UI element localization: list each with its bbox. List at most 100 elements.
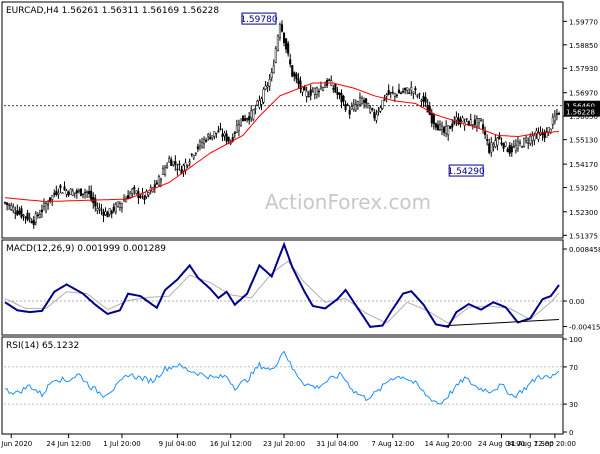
candle-body (496, 137, 499, 146)
candle-body (215, 132, 218, 135)
rsi-y-tick-label: 100 (569, 336, 582, 344)
candle-body (399, 92, 403, 94)
candle-body (38, 214, 41, 218)
candle-body (266, 85, 269, 88)
candle-body (159, 179, 163, 182)
candle-body (79, 188, 82, 197)
candle-body (213, 131, 216, 137)
candle-body (233, 132, 236, 135)
candle-body (100, 209, 103, 211)
x-axis-tick-label: 24 Jun 12:00 (46, 440, 90, 448)
candle-body (118, 203, 121, 208)
candle-body (428, 105, 431, 115)
candle-body (508, 145, 511, 154)
candle-body (424, 97, 427, 103)
candle-body (432, 114, 435, 125)
x-axis-tick-label: 1 Jul 20:00 (103, 440, 141, 448)
candle-body (475, 118, 478, 127)
candle-body (178, 163, 181, 166)
candle-body (258, 100, 261, 108)
candle-body (500, 142, 503, 145)
candle-body (268, 79, 271, 87)
candle-body (393, 93, 396, 97)
candle-body (408, 92, 411, 94)
candle-body (59, 185, 62, 189)
candle-body (523, 138, 526, 147)
candle-body (246, 118, 249, 120)
candle-body (194, 152, 197, 155)
candle-body (172, 161, 175, 166)
candle-body (18, 210, 21, 214)
candle-body (328, 79, 331, 81)
candle-body (104, 211, 107, 216)
candle-body (401, 90, 405, 93)
candle-body (297, 78, 300, 84)
candle-body (309, 89, 312, 96)
candle-body (188, 161, 191, 164)
candle-body (418, 93, 421, 95)
candle-body (311, 91, 314, 93)
candle-body (8, 204, 11, 206)
candle-body (348, 109, 351, 115)
candle-body (510, 146, 513, 153)
candle-body (168, 158, 171, 163)
candle-body (486, 139, 489, 141)
candle-body (190, 153, 193, 155)
candle-body (81, 193, 85, 195)
candle-body (157, 175, 160, 186)
candle-body (324, 84, 327, 88)
candle-body (147, 192, 150, 196)
watermark-text: ActionForex.com (265, 190, 431, 214)
price-annotation-label: 1.59780 (240, 15, 277, 25)
candle-body (342, 95, 345, 102)
candle-body (447, 125, 450, 136)
candle-body (53, 192, 56, 195)
candle-body (155, 182, 158, 185)
candle-body (28, 217, 31, 219)
candle-body (317, 90, 320, 93)
x-axis-tick-label: 7 Sep 20:00 (534, 440, 576, 448)
candle-body (529, 136, 532, 144)
price-marker-label: 1.56228 (566, 109, 595, 117)
x-axis-tick-label: 9 Jul 04:00 (159, 440, 197, 448)
candle-body (182, 165, 185, 172)
candle-body (36, 214, 39, 216)
candle-body (291, 65, 294, 77)
candle-body (461, 117, 464, 122)
candle-body (397, 89, 400, 94)
candle-body (55, 191, 58, 195)
candle-body (98, 207, 101, 210)
candle-body (395, 94, 398, 97)
candle-body (174, 161, 177, 166)
candle-body (527, 142, 530, 144)
candle-body (482, 124, 485, 130)
candle-body (295, 73, 298, 80)
price-y-tick-label: 1.56970 (569, 90, 598, 98)
candle-body (86, 190, 89, 193)
candle-body (241, 115, 245, 122)
candle-body (102, 211, 105, 217)
candle-body (61, 192, 64, 194)
candle-body (422, 95, 425, 102)
candle-body (555, 113, 558, 115)
candle-body (250, 110, 253, 118)
candle-body (205, 139, 208, 142)
candle-body (531, 135, 534, 141)
candle-body (502, 143, 505, 149)
candle-body (484, 131, 487, 136)
candle-body (494, 140, 497, 148)
candle-body (381, 100, 384, 109)
x-axis-tick-label: 16 Jul 12:00 (210, 440, 252, 448)
candle-body (270, 72, 273, 78)
price-panel-title: EURCAD,H4 1.56261 1.56311 1.56169 1.5622… (6, 6, 219, 16)
candle-body (106, 212, 109, 218)
candle-body (69, 188, 72, 195)
candle-body (83, 191, 87, 194)
candle-body (321, 87, 325, 91)
candle-body (547, 126, 550, 133)
candle-body (120, 202, 124, 209)
candle-body (379, 107, 382, 112)
candle-body (469, 119, 472, 126)
candle-body (319, 86, 323, 89)
candle-body (73, 192, 76, 194)
